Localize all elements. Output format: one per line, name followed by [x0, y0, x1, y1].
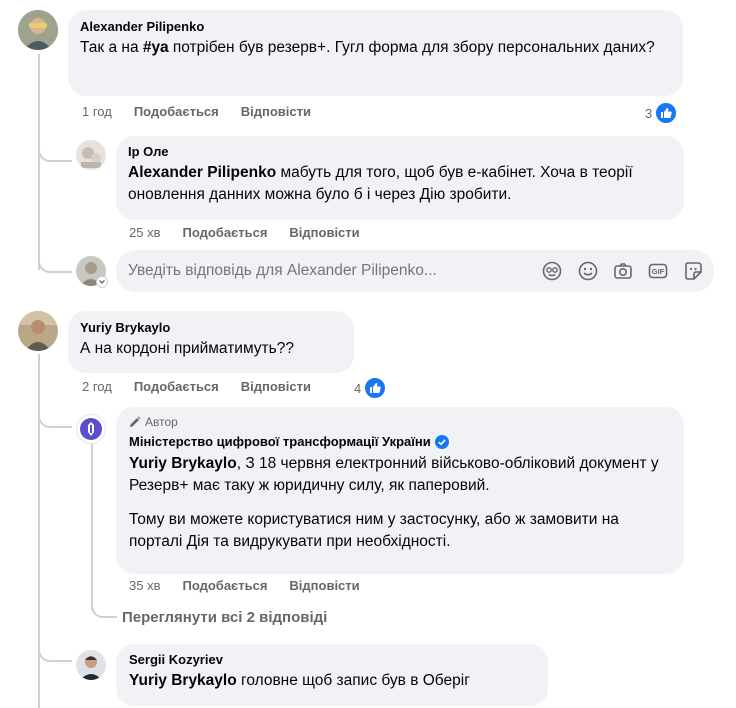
avatar-icon	[18, 10, 58, 50]
reply-input-box[interactable]: GIF	[116, 250, 714, 292]
comment-bubble: Alexander Pilipenko Так а на #уа потрібе…	[68, 10, 683, 96]
comment-meta: 35 хв Подобається Відповісти	[129, 578, 382, 593]
reply-button[interactable]: Відповісти	[241, 104, 311, 119]
thread-line	[91, 444, 93, 610]
reaction-count: 3	[645, 105, 653, 121]
comment-time[interactable]: 2 год	[82, 379, 112, 394]
mention-link[interactable]: Yuriy Brykaylo	[129, 455, 237, 472]
thread-connector	[38, 636, 72, 662]
comment-text: Yuriy Brykaylo головне щоб запис був в О…	[129, 672, 470, 689]
gif-icon[interactable]: GIF	[648, 261, 668, 281]
comment-text: Alexander Pilipenko мабуть для того, щоб…	[128, 164, 633, 203]
avatar[interactable]	[76, 414, 106, 444]
comment-text: Так а на #уа потрібен був резерв+. Гугл …	[80, 39, 655, 56]
mention-link[interactable]: Yuriy Brykaylo	[129, 672, 237, 689]
comment-meta: 2 год Подобається Відповісти	[82, 379, 333, 394]
like-button[interactable]: Подобається	[182, 225, 267, 240]
thread-connector	[38, 400, 72, 428]
avatar-icon	[80, 418, 102, 440]
sticker-icon[interactable]	[542, 261, 562, 281]
pen-icon	[130, 416, 141, 427]
comment-text: Yuriy Brykaylo, З 18 червня електронний …	[129, 455, 659, 494]
comment-author[interactable]: Міністерство цифрової трансформації Укра…	[129, 434, 431, 449]
like-icon	[363, 376, 388, 400]
reaction-summary[interactable]: 4	[354, 376, 388, 400]
reply-button[interactable]: Відповісти	[289, 225, 359, 240]
comment-author[interactable]: Sergii Kozyriev	[129, 652, 535, 667]
hashtag-link[interactable]: #уа	[143, 39, 169, 56]
comment-bubble: Sergii Kozyriev Yuriy Brykaylo головне щ…	[116, 644, 548, 706]
chevron-down-icon[interactable]	[96, 276, 108, 288]
reply-button[interactable]: Відповісти	[289, 578, 359, 593]
comment-time[interactable]: 1 год	[82, 104, 112, 119]
comment-text: А на кордоні прийматимуть??	[80, 340, 294, 357]
avatar-icon	[18, 311, 58, 351]
avatar-icon	[76, 650, 106, 680]
like-button[interactable]: Подобається	[134, 104, 219, 119]
thread-connector	[38, 136, 72, 162]
comment-meta: 25 хв Подобається Відповісти	[129, 225, 382, 240]
comment-time[interactable]: 35 хв	[129, 578, 160, 593]
reaction-summary[interactable]: 3	[645, 101, 679, 125]
emoji-icon[interactable]	[578, 261, 598, 281]
verified-icon	[434, 434, 449, 449]
avatar[interactable]	[76, 140, 106, 170]
comment-author[interactable]: Ір Оле	[128, 144, 672, 159]
reaction-count: 4	[354, 380, 362, 396]
comment-time[interactable]: 25 хв	[129, 225, 160, 240]
author-badge: Автор	[129, 415, 671, 429]
comment-text: Тому ви можете користуватися ним у засто…	[129, 511, 619, 550]
like-button[interactable]: Подобається	[182, 578, 267, 593]
comment-bubble: Автор Міністерство цифрової трансформаці…	[116, 407, 684, 574]
svg-text:GIF: GIF	[652, 267, 665, 276]
comment-author[interactable]: Yuriy Brykaylo	[80, 320, 342, 335]
camera-icon[interactable]	[613, 261, 633, 281]
thread-connector	[91, 594, 117, 618]
comment-bubble: Yuriy Brykaylo А на кордоні прийматимуть…	[68, 311, 354, 373]
view-all-replies-link[interactable]: Переглянути всі 2 відповіді	[122, 609, 327, 626]
comment-author[interactable]: Alexander Pilipenko	[80, 19, 671, 34]
thread-line	[38, 54, 40, 270]
reply-button[interactable]: Відповісти	[241, 379, 311, 394]
comment-bubble: Ір Оле Alexander Pilipenko мабуть для то…	[116, 136, 684, 220]
mention-link[interactable]: Alexander Pilipenko	[128, 164, 276, 181]
like-button[interactable]: Подобається	[134, 379, 219, 394]
reply-input[interactable]	[116, 250, 550, 292]
avatar[interactable]	[76, 650, 106, 680]
thread-connector	[38, 247, 72, 273]
avatar-sticker-icon[interactable]	[683, 261, 703, 281]
avatar[interactable]	[18, 10, 58, 50]
avatar-icon	[76, 140, 106, 170]
comment-meta: 1 год Подобається Відповісти	[82, 104, 333, 119]
avatar[interactable]	[18, 311, 58, 351]
like-icon	[654, 101, 679, 125]
